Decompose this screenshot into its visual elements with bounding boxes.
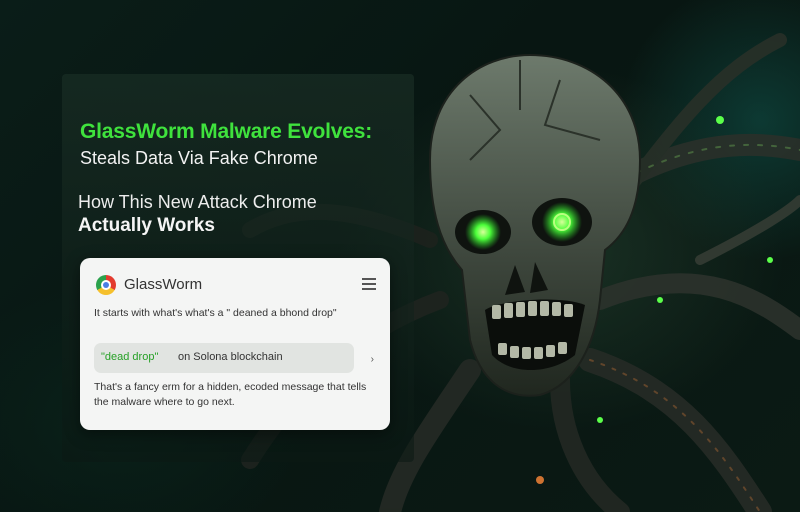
card-explanation: That's a fancy erm for a hidden, ecoded … [94,381,367,408]
question-line-1: How This New Attack Chrome [78,192,317,212]
card-title: GlassWorm [124,276,203,293]
hamburger-menu-icon[interactable] [362,278,376,290]
card-intro-text: It starts with what's what's a " deaned … [94,307,337,319]
dead-drop-quote: "dead drop" [101,351,159,363]
subheadline: Steals Data Via Fake Chrome [80,148,318,168]
dead-drop-detail: on Solona blockchain [178,351,283,363]
chrome-logo-icon [96,275,116,295]
glassworm-card: GlassWorm It starts with what's what's a… [80,258,390,430]
dead-drop-pill[interactable]: "dead drop" on Solona blockchain [94,343,354,373]
headline: GlassWorm Malware Evolves: [80,120,373,143]
question-line-2: Actually Works [78,215,215,236]
chevron-right-icon[interactable]: › [371,354,374,365]
